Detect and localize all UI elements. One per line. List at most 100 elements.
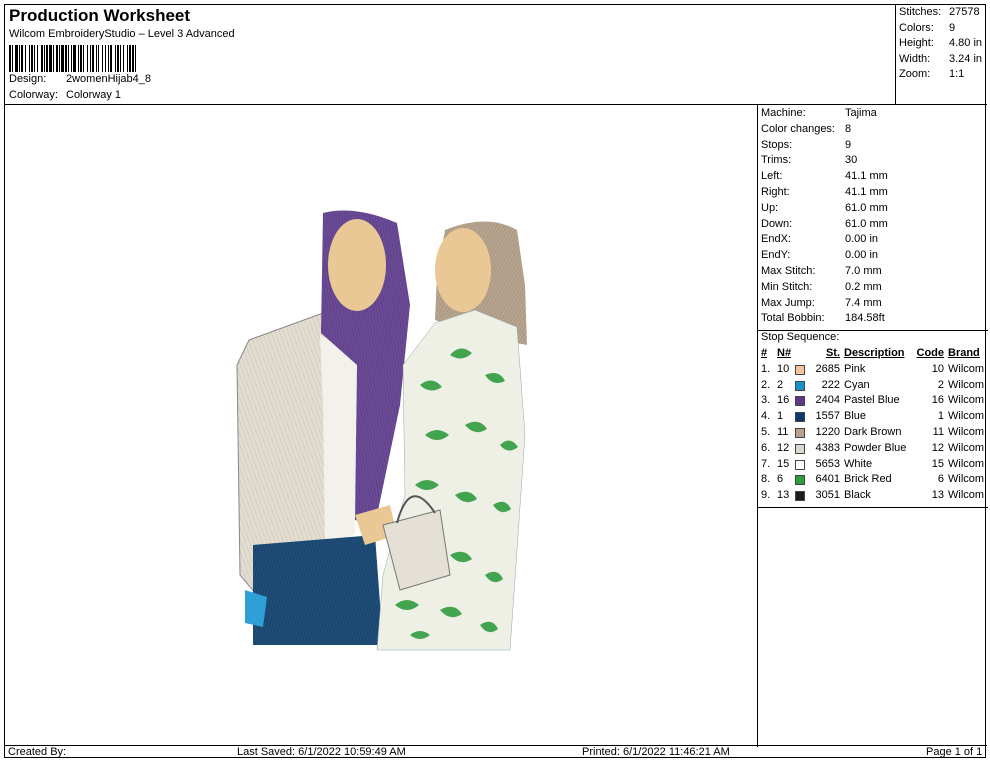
machine-info-label: Stops:	[761, 138, 793, 151]
cell-brand: Wilcom	[948, 473, 985, 486]
cell-code: 16	[931, 394, 944, 407]
cell-st: 6401	[815, 473, 840, 486]
machine-info-value: 41.1 mm	[845, 170, 888, 183]
cell-brand: Wilcom	[948, 489, 985, 502]
cell-code: 10	[931, 362, 944, 375]
machine-info-label: Down:	[761, 217, 793, 230]
cell-idx: 9.	[761, 489, 771, 502]
stop-sequence-row: 6. 12 4383 Powder Blue 12 Wilcom	[758, 442, 988, 458]
machine-info-value: 41.1 mm	[845, 186, 888, 198]
cell-n: 2	[777, 378, 784, 391]
machine-info-label: Machine:	[761, 107, 806, 119]
machine-info-label: Trims:	[761, 154, 792, 167]
cell-st: 3051	[815, 489, 840, 502]
machine-info-row: EndX: 0.00 in	[761, 233, 878, 245]
machine-info-value: 184.58ft	[845, 312, 885, 325]
cell-st: 5653	[815, 457, 840, 470]
thread-color-swatch	[795, 491, 805, 502]
stat-value: 1:1	[949, 68, 965, 80]
thread-color-swatch	[795, 364, 805, 375]
stop-sequence-row: 7. 15 5653 White 15 Wilcom	[758, 458, 988, 474]
design-preview	[5, 105, 757, 745]
machine-info-row: Up: 61.0 mm	[761, 202, 888, 214]
stop-sequence-row: 4. 1 1557 Blue 1 Wilcom	[758, 410, 988, 426]
thread-color-swatch	[795, 380, 805, 391]
cell-st: 4383	[815, 441, 840, 454]
cell-code: 13	[931, 489, 944, 502]
machine-info-panel: Machine: Tajima Color changes: 8 Stops: 9 Trim…	[757, 105, 988, 747]
cell-brand: Wilcom	[948, 378, 985, 391]
machine-info-label: Total Bobbin:	[761, 312, 825, 325]
machine-info-value: 0.2 mm	[845, 280, 882, 293]
cell-st: 222	[821, 378, 840, 391]
summary-stats: Stitches: 27578 Colors: 9 Height: 4.80 in Widt…	[895, 5, 987, 105]
cell-st: 2404	[815, 394, 840, 407]
cell-brand: Wilcom	[948, 457, 985, 470]
column-header-brand: Brand	[948, 347, 980, 359]
machine-info-row: Machine: Tajima	[761, 107, 877, 119]
cell-description: White	[844, 457, 873, 470]
printed-date: Printed: 6/1/2022 11:46:21 AM	[582, 746, 730, 758]
column-header-code: Code	[916, 347, 945, 359]
machine-info-label: Left:	[761, 170, 783, 183]
created-by: Created By:	[8, 746, 67, 758]
column-header-description: Description	[844, 347, 905, 359]
cell-n: 6	[777, 473, 784, 486]
stop-sequence-title: Stop Sequence:	[761, 331, 840, 344]
page-title: Production Worksheet	[9, 6, 191, 25]
cell-code: 6	[937, 473, 944, 486]
machine-info-value: 0.00 in	[845, 249, 879, 262]
production-worksheet: Production Worksheet Wilcom EmbroiderySt…	[4, 4, 988, 758]
design-label: Design:	[9, 73, 47, 85]
cell-n: 11	[777, 426, 789, 438]
cell-n: 13	[777, 489, 790, 502]
cell-idx: 2.	[761, 378, 771, 391]
machine-info-value: 7.0 mm	[845, 265, 882, 277]
stop-sequence-row: 1. 10 2685 Pink 10 Wilcom	[758, 363, 988, 379]
machine-info-label: Max Jump:	[761, 296, 815, 309]
cell-n: 15	[777, 457, 790, 470]
machine-info-row: Color changes: 8	[761, 122, 851, 135]
cell-brand: Wilcom	[948, 410, 985, 423]
colorway-row: Colorway: Colorway 1	[9, 89, 121, 101]
stat-value: 9	[949, 21, 956, 34]
stat-row: Width: 3.24 in	[899, 53, 982, 65]
cell-description: Brick Red	[844, 473, 892, 486]
column-header-idx: #	[761, 347, 768, 359]
stat-row: Colors: 9	[899, 21, 955, 34]
cell-code: 12	[931, 441, 944, 454]
machine-info-row: Right: 41.1 mm	[761, 186, 888, 198]
cell-description: Black	[844, 489, 871, 502]
machine-info-value: 0.00 in	[845, 233, 879, 246]
stop-sequence-row: 9. 13 3051 Black 13 Wilcom	[758, 489, 988, 505]
barcode-image	[9, 45, 214, 72]
machine-info-value: 8	[845, 122, 852, 135]
machine-info-value: 61.0 mm	[845, 217, 888, 230]
cell-st: 1557	[815, 410, 840, 423]
machine-info-row: Min Stitch: 0.2 mm	[761, 281, 882, 293]
machine-info-label: Color changes:	[761, 122, 835, 135]
cell-idx: 7.	[761, 457, 771, 470]
machine-info-row: Stops: 9	[761, 138, 851, 151]
cell-st: 2685	[815, 362, 840, 375]
stat-label: Height:	[899, 37, 934, 49]
section-divider	[758, 507, 988, 508]
cell-code: 11	[932, 426, 944, 438]
machine-info-value: 7.4 mm	[845, 296, 882, 309]
stop-sequence-row: 2. 2 222 Cyan 2 Wilcom	[758, 379, 988, 395]
stop-sequence-row: 8. 6 6401 Brick Red 6 Wilcom	[758, 473, 988, 489]
cell-brand: Wilcom	[948, 394, 985, 407]
stat-label: Colors:	[899, 21, 934, 34]
cell-brand: Wilcom	[948, 362, 985, 375]
software-subtitle: Wilcom EmbroideryStudio – Level 3 Advanc…	[9, 28, 235, 40]
cell-idx: 5.	[761, 426, 771, 438]
colorway-label: Colorway:	[9, 89, 58, 101]
cell-description: Cyan	[844, 378, 870, 391]
page-number: Page 1 of 1	[926, 746, 983, 758]
machine-info-row: Left: 41.1 mm	[761, 170, 888, 183]
cell-idx: 3.	[761, 394, 771, 407]
stat-row: Zoom: 1:1	[899, 68, 964, 80]
stop-sequence-row: 3. 16 2404 Pastel Blue 16 Wilcom	[758, 394, 988, 410]
machine-info-value: Tajima	[845, 107, 877, 119]
machine-info-label: EndY:	[761, 249, 791, 262]
